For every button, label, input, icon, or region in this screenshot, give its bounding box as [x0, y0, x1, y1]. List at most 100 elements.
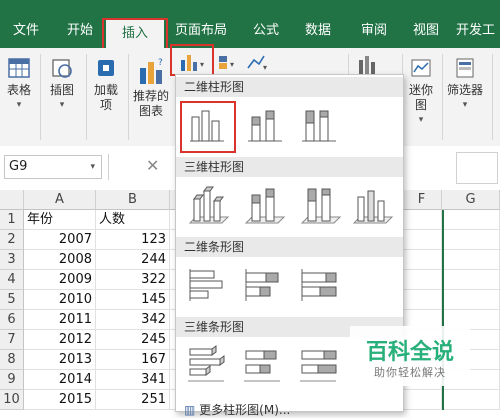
table-cell[interactable] [402, 390, 442, 410]
addins-button[interactable]: 加载 项 [88, 56, 124, 113]
tab-developer[interactable]: 开发工 [456, 18, 500, 44]
row-header[interactable]: 1 [0, 210, 24, 230]
ribbon-tab-bar: 文件 开始 插入 页面布局 公式 数据 审阅 视图 开发工 [0, 8, 500, 50]
row-header[interactable]: 10 [0, 390, 24, 410]
chevron-down-icon[interactable]: ▾ [90, 156, 95, 178]
table-cell[interactable] [402, 290, 442, 310]
clustered-bar-option[interactable] [184, 265, 230, 305]
row-header[interactable]: 2 [0, 230, 24, 250]
table-cell[interactable]: 342 [96, 310, 170, 330]
3d-stacked-bar-option[interactable] [240, 343, 286, 383]
more-charts-icon: ▥ [184, 403, 200, 417]
cancel-icon[interactable]: ✕ [146, 156, 159, 175]
row-header[interactable]: 5 [0, 290, 24, 310]
formula-input[interactable] [456, 152, 498, 184]
table-cell[interactable]: 年份 [24, 210, 96, 230]
stacked-bar-option[interactable] [240, 265, 286, 305]
table-cell[interactable]: 2007 [24, 230, 96, 250]
table-cell[interactable]: 2010 [24, 290, 96, 310]
column-chart-highlight [170, 44, 214, 76]
3d-percent-stacked-bar-icon [300, 350, 337, 382]
row-header[interactable]: 8 [0, 350, 24, 370]
table-button[interactable]: 表格 ▾ [2, 56, 36, 113]
map-chart-icon [359, 56, 375, 74]
3d-column-option[interactable] [350, 183, 396, 224]
ribbon-separator [86, 54, 87, 140]
illustrations-icon [52, 59, 72, 78]
column-header-a[interactable]: A [24, 190, 96, 210]
percent-stacked-column-option[interactable] [296, 105, 342, 145]
addins-label-2: 项 [99, 98, 112, 112]
recommended-charts-button[interactable]: ? 推荐的 图表 [130, 56, 172, 119]
table-cell[interactable]: 2011 [24, 310, 96, 330]
svg-text:?: ? [158, 58, 163, 68]
row-header[interactable]: 6 [0, 310, 24, 330]
table-cell[interactable]: 167 [96, 350, 170, 370]
tab-data[interactable]: 数据 [296, 18, 340, 44]
stacked-bar-icon [245, 269, 279, 301]
tab-view[interactable]: 视图 [404, 18, 448, 44]
filters-button[interactable]: 筛选器 ▾ [444, 56, 486, 113]
tab-file[interactable]: 文件 [4, 18, 48, 44]
column-header-f[interactable]: F [402, 190, 442, 210]
3d-column-icon [352, 190, 394, 224]
row-header[interactable]: 9 [0, 370, 24, 390]
table-cell[interactable]: 341 [96, 370, 170, 390]
table-cell[interactable]: 2013 [24, 350, 96, 370]
table-cell[interactable]: 2015 [24, 390, 96, 410]
table-cell[interactable]: 2009 [24, 270, 96, 290]
row-header[interactable]: 4 [0, 270, 24, 290]
table-cell[interactable]: 2012 [24, 330, 96, 350]
3d-percent-stacked-bar-option[interactable] [296, 343, 342, 383]
table-cell[interactable]: 245 [96, 330, 170, 350]
section-3d-column: 三维柱形图 [176, 157, 403, 177]
3d-percent-stacked-column-option[interactable] [296, 183, 342, 224]
table-cell[interactable]: 244 [96, 250, 170, 270]
3d-stacked-bar-icon [244, 350, 280, 382]
tab-review[interactable]: 审阅 [352, 18, 396, 44]
recommended-label-2: 图表 [138, 104, 163, 118]
more-charts-label: 更多柱形图(M)... [199, 403, 291, 417]
line-chart-button[interactable]: ▾ [244, 52, 272, 75]
filter-icon [456, 58, 474, 78]
tab-formulas[interactable]: 公式 [244, 18, 288, 44]
ribbon-separator [442, 54, 443, 140]
clustered-column-highlight [180, 101, 236, 153]
chevron-down-icon: ▾ [59, 100, 65, 110]
row-header[interactable]: 7 [0, 330, 24, 350]
percent-stacked-column-icon [302, 110, 336, 142]
tab-home[interactable]: 开始 [58, 18, 102, 44]
illustrations-button[interactable]: 插图 ▾ [44, 56, 80, 113]
watermark-sub-text: 助你轻松解决 [374, 366, 446, 379]
hierarchy-chart-button[interactable]: ▾ [216, 52, 242, 75]
table-cell[interactable]: 123 [96, 230, 170, 250]
sparklines-icon [411, 59, 431, 77]
column-header-b[interactable]: B [96, 190, 170, 210]
table-cell[interactable]: 145 [96, 290, 170, 310]
3d-stacked-column-option[interactable] [240, 183, 286, 224]
column-header-g[interactable]: G [442, 190, 500, 210]
ribbon-separator [492, 54, 493, 140]
table-cell[interactable]: 2014 [24, 370, 96, 390]
table-cell[interactable] [402, 230, 442, 250]
select-all-corner[interactable] [0, 190, 24, 210]
formula-separator [108, 154, 109, 180]
percent-stacked-bar-option[interactable] [296, 265, 342, 305]
sparklines-button[interactable]: 迷你图 ▾ [404, 56, 438, 128]
3d-clustered-bar-option[interactable] [184, 343, 230, 383]
table-cell[interactable]: 2008 [24, 250, 96, 270]
recommended-label-1: 推荐的 [132, 89, 169, 103]
table-cell[interactable]: 人数 [96, 210, 170, 230]
stacked-column-option[interactable] [242, 105, 288, 145]
table-cell[interactable] [402, 210, 442, 230]
table-cell[interactable]: 251 [96, 390, 170, 410]
3d-clustered-column-option[interactable] [184, 183, 230, 224]
table-label: 表格 [6, 83, 31, 97]
row-header[interactable]: 3 [0, 250, 24, 270]
table-cell[interactable] [402, 250, 442, 270]
filters-label: 筛选器 [446, 83, 483, 97]
table-cell[interactable]: 322 [96, 270, 170, 290]
name-box[interactable]: G9 ▾ [4, 155, 102, 179]
tab-page-layout[interactable]: 页面布局 [170, 18, 232, 44]
table-cell[interactable] [402, 270, 442, 290]
